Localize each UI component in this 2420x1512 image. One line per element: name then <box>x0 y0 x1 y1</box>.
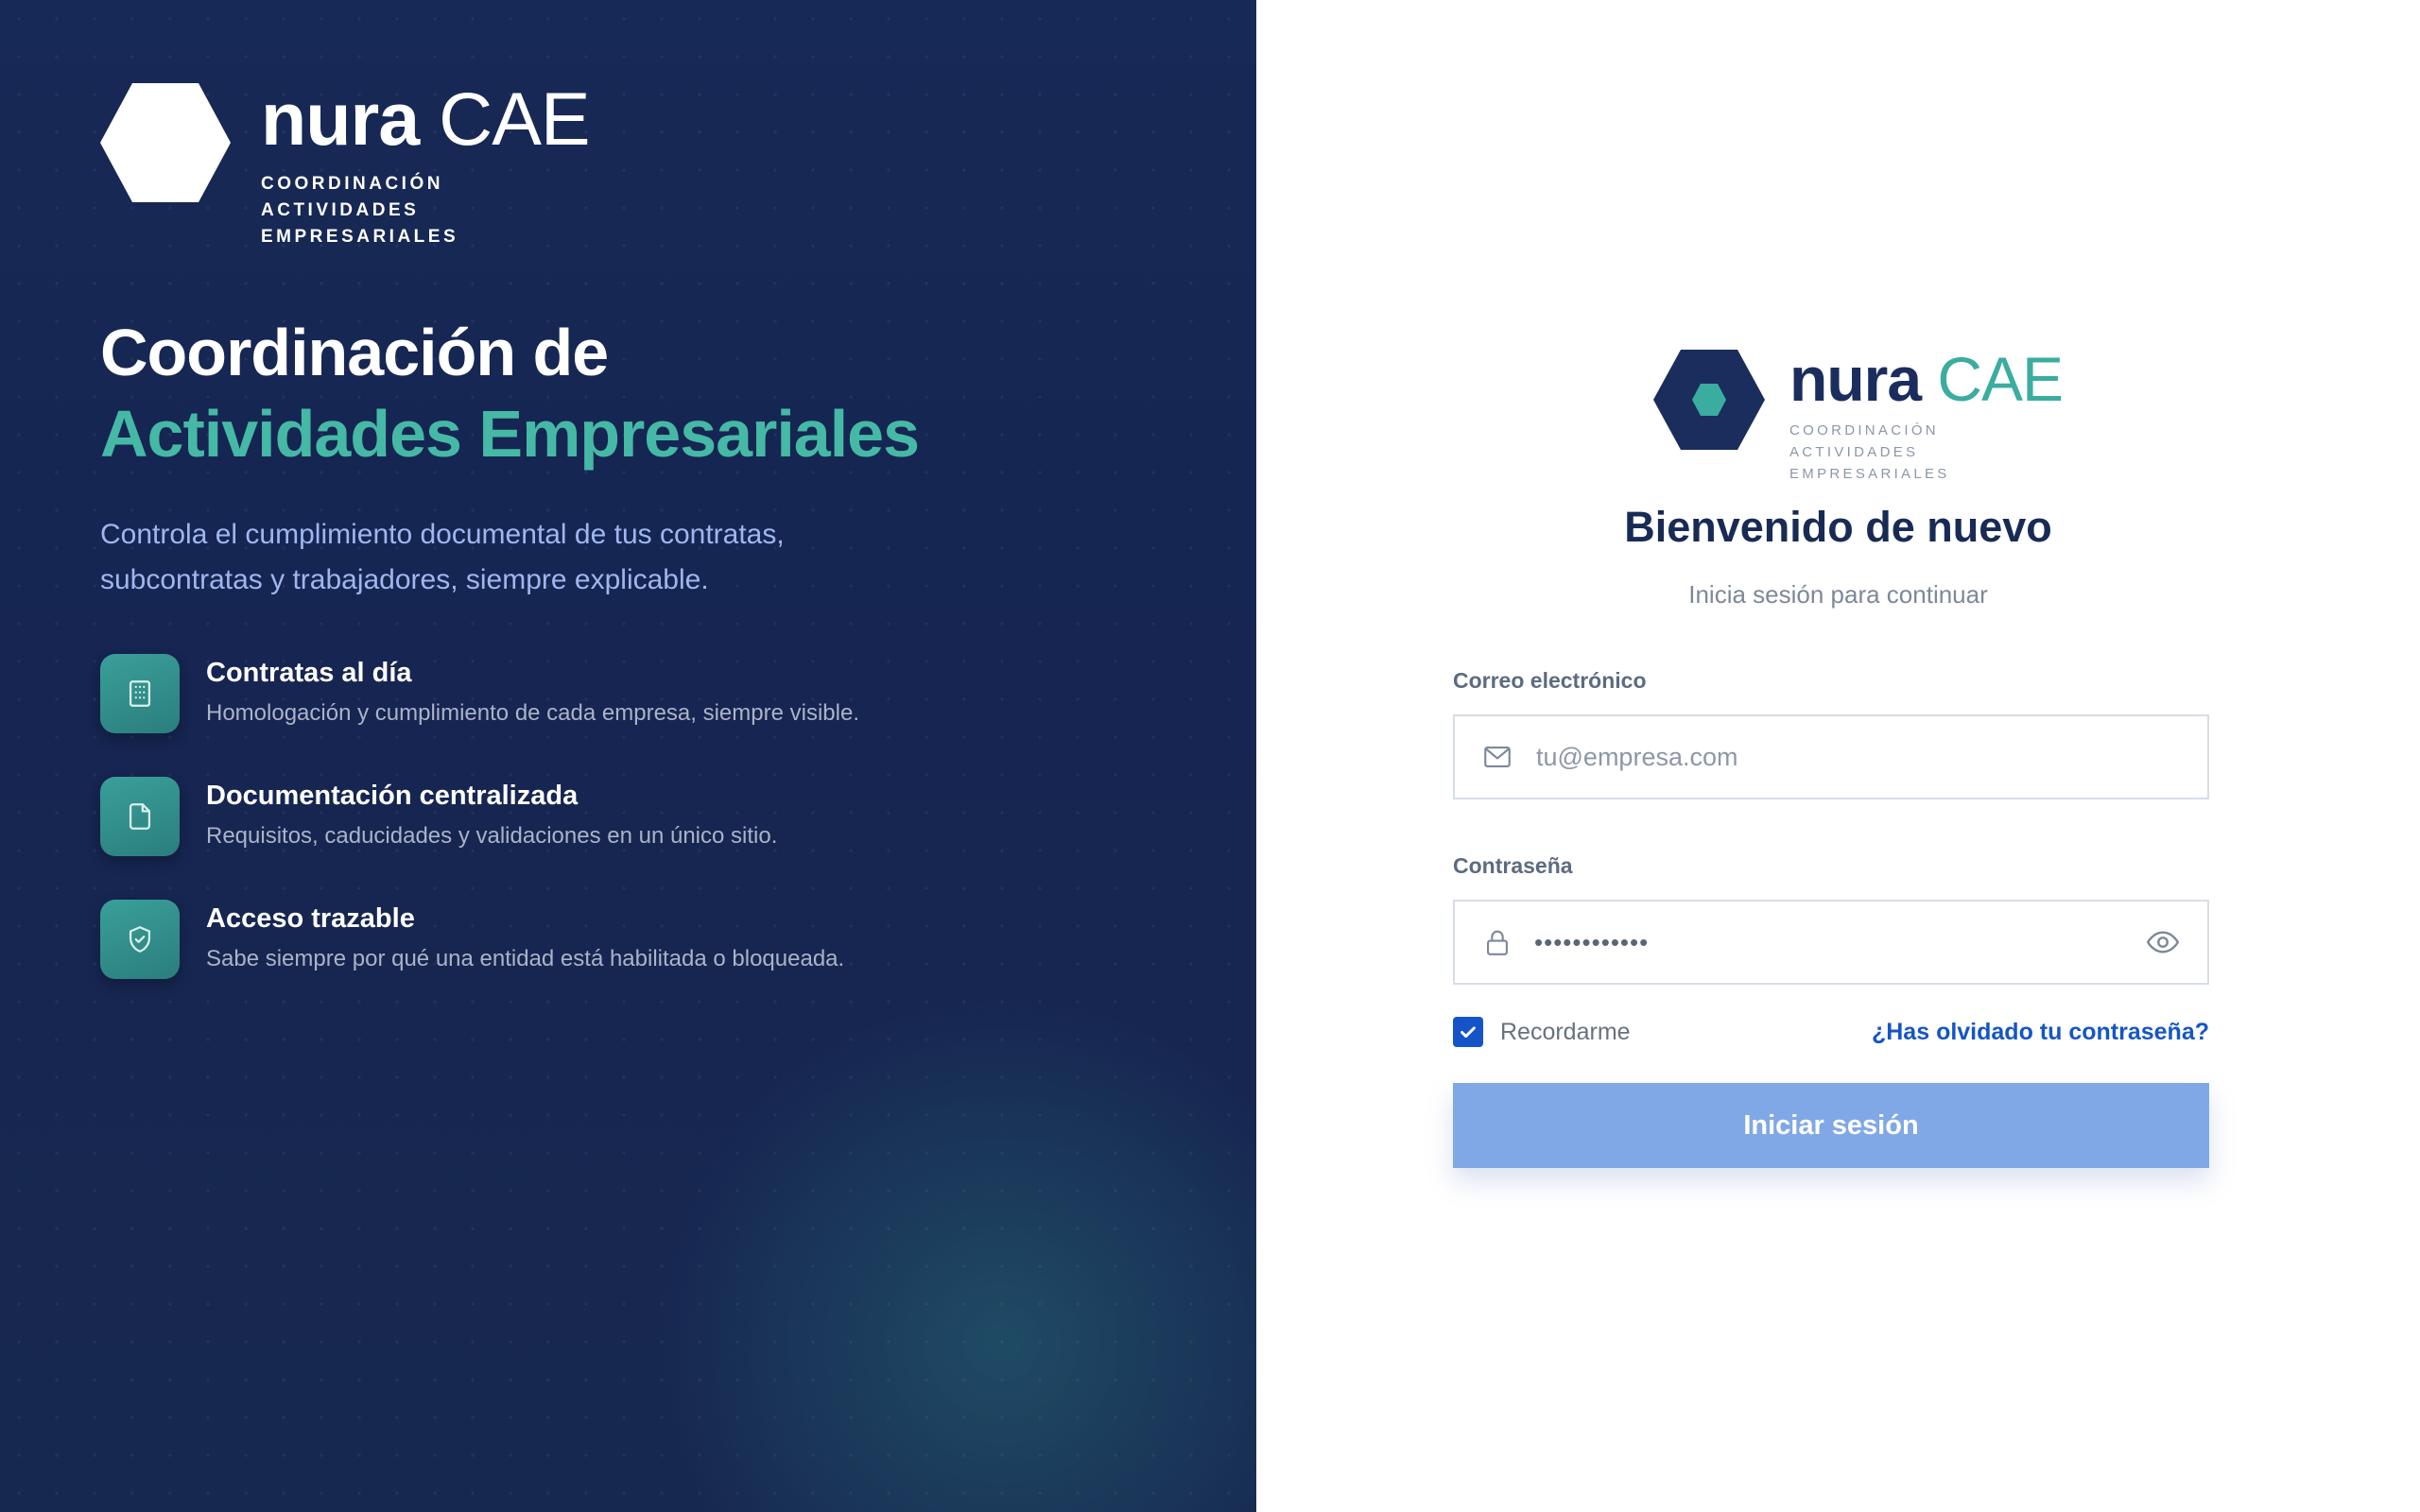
eye-icon[interactable] <box>2145 924 2181 960</box>
feature-description: Requisitos, caducidades y validaciones e… <box>206 823 778 849</box>
checkmark-icon <box>1461 1026 1476 1039</box>
login-title: Bienvenido de nuevo <box>1624 503 2052 551</box>
feature-item: Documentación centralizada Requisitos, c… <box>100 777 859 900</box>
email-field[interactable] <box>1453 714 2209 799</box>
feature-title: Documentación centralizada <box>206 781 579 811</box>
password-label: Contraseña <box>1453 853 1573 878</box>
hexagon-logo-icon <box>100 83 231 202</box>
email-input[interactable] <box>1534 715 2207 799</box>
hero-title-line2: Actividades Empresariales <box>100 397 920 471</box>
feature-list: Contratas al día Homologación y cumplimi… <box>100 654 859 1022</box>
feature-description: Sabe siempre por qué una entidad está ha… <box>206 946 845 971</box>
feature-item: Contratas al día Homologación y cumplimi… <box>100 654 859 777</box>
marketing-panel: nura CAE COORDINACIÓN ACTIVIDADES EMPRES… <box>0 0 1256 1512</box>
login-subtitle: Inicia sesión para continuar <box>1688 580 1988 609</box>
brand-tagline: COORDINACIÓN ACTIVIDADES EMPRESARIALES <box>261 174 459 247</box>
login-button[interactable]: Iniciar sesión <box>1453 1083 2209 1168</box>
feature-title: Acceso trazable <box>206 903 415 934</box>
building-icon <box>100 654 180 733</box>
form-options: Recordarme ¿Has olvidado tu contraseña? <box>1453 1015 2209 1049</box>
feature-description: Homologación y cumplimiento de cada empr… <box>206 700 859 726</box>
feature-item: Acceso trazable Sabe siempre por qué una… <box>100 900 859 1022</box>
remember-label: Recordarme <box>1500 1018 1631 1045</box>
forgot-password-link[interactable]: ¿Has olvidado tu contraseña? <box>1872 1019 2209 1046</box>
login-panel: nura CAE COORDINACIÓN ACTIVIDADES EMPRES… <box>1256 0 2420 1512</box>
password-input[interactable]: •••••••••••• <box>1534 928 2145 957</box>
mail-icon <box>1484 747 1511 767</box>
remember-checkbox[interactable] <box>1453 1017 1483 1047</box>
brand-tagline: COORDINACIÓN ACTIVIDADES EMPRESARIALES <box>1789 422 1950 482</box>
login-brand-logo: nura CAE COORDINACIÓN ACTIVIDADES EMPRES… <box>1653 344 2064 485</box>
hero-title: Coordinación de Actividades Empresariale… <box>100 312 920 474</box>
document-icon <box>100 777 180 856</box>
shield-check-icon <box>100 900 180 979</box>
hero-title-line1: Coordinación de <box>100 316 609 389</box>
hero-description: Controla el cumplimiento documental de t… <box>100 519 785 595</box>
hero: Coordinación de Actividades Empresariale… <box>100 312 920 603</box>
password-field[interactable]: •••••••••••• <box>1453 900 2209 985</box>
feature-title: Contratas al día <box>206 658 412 688</box>
brand-name: nura CAE <box>1789 344 2064 414</box>
login-form: Correo electrónico Contraseña ••••••••••… <box>1453 665 2209 1168</box>
hexagon-logo-icon <box>1653 350 1765 450</box>
brand-logo: nura CAE COORDINACIÓN ACTIVIDADES EMPRES… <box>100 77 591 250</box>
email-label: Correo electrónico <box>1453 668 1647 693</box>
lock-icon <box>1487 930 1508 955</box>
brand-name: nura CAE <box>261 77 591 161</box>
remember-me[interactable]: Recordarme <box>1453 1017 1631 1047</box>
